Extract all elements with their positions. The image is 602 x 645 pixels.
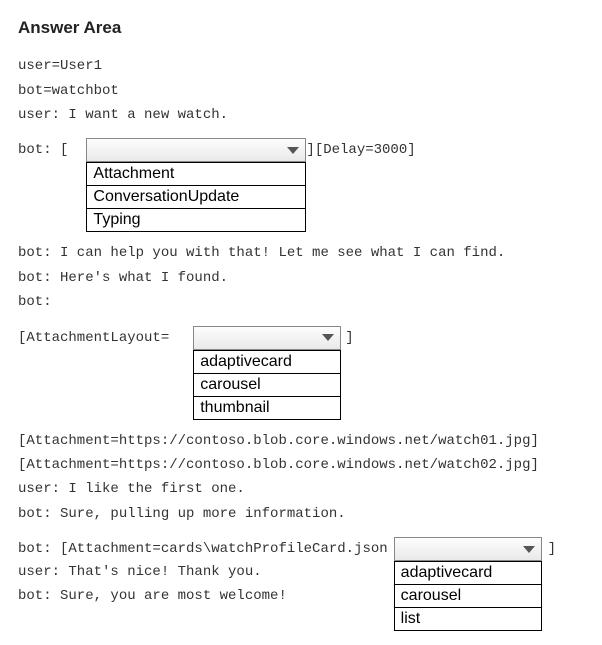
option-list[interactable]: list <box>395 608 541 630</box>
option-thumbnail[interactable]: thumbnail <box>194 397 340 419</box>
code-suffix: ] <box>345 326 353 350</box>
option-carousel-2[interactable]: carousel <box>395 585 541 608</box>
code-line: [Attachment=https://contoso.blob.core.wi… <box>18 430 584 452</box>
code-suffix: ] <box>548 537 556 561</box>
code-prefix: bot: [Attachment=cards\watchProfileCard.… <box>18 537 388 561</box>
chevron-down-icon <box>322 334 334 341</box>
code-line: bot: Sure, pulling up more information. <box>18 503 584 525</box>
code-suffix: ][Delay=3000] <box>306 138 415 162</box>
attachment-layout-dropdown[interactable] <box>193 326 341 350</box>
code-prefix: [AttachmentLayout= <box>18 326 169 350</box>
attachment-layout-options: adaptivecard carousel thumbnail <box>193 350 341 420</box>
code-line: user: That's nice! Thank you. <box>18 561 388 583</box>
activity-type-dropdown[interactable] <box>86 138 306 162</box>
option-conversationupdate[interactable]: ConversationUpdate <box>87 186 305 209</box>
code-line: user: I want a new watch. <box>18 104 584 126</box>
option-carousel[interactable]: carousel <box>194 374 340 397</box>
code-line: bot: Here's what I found. <box>18 267 584 289</box>
option-adaptivecard-2[interactable]: adaptivecard <box>395 562 541 585</box>
code-line: [Attachment=https://contoso.blob.core.wi… <box>18 454 584 476</box>
code-line: user=User1 <box>18 55 584 77</box>
page-title: Answer Area <box>18 14 584 41</box>
chevron-down-icon <box>523 546 535 553</box>
code-line: bot=watchbot <box>18 80 584 102</box>
code-line: bot: <box>18 291 584 313</box>
option-adaptivecard[interactable]: adaptivecard <box>194 351 340 374</box>
card-type-dropdown[interactable] <box>394 537 542 561</box>
activity-type-options: Attachment ConversationUpdate Typing <box>86 162 306 232</box>
code-prefix: bot: [ <box>18 138 68 162</box>
card-type-options: adaptivecard carousel list <box>394 561 542 631</box>
code-line: user: I like the first one. <box>18 478 584 500</box>
chevron-down-icon <box>287 147 299 154</box>
code-line: bot: I can help you with that! Let me se… <box>18 242 584 264</box>
option-typing[interactable]: Typing <box>87 209 305 231</box>
code-line: bot: Sure, you are most welcome! <box>18 585 388 607</box>
option-attachment[interactable]: Attachment <box>87 163 305 186</box>
